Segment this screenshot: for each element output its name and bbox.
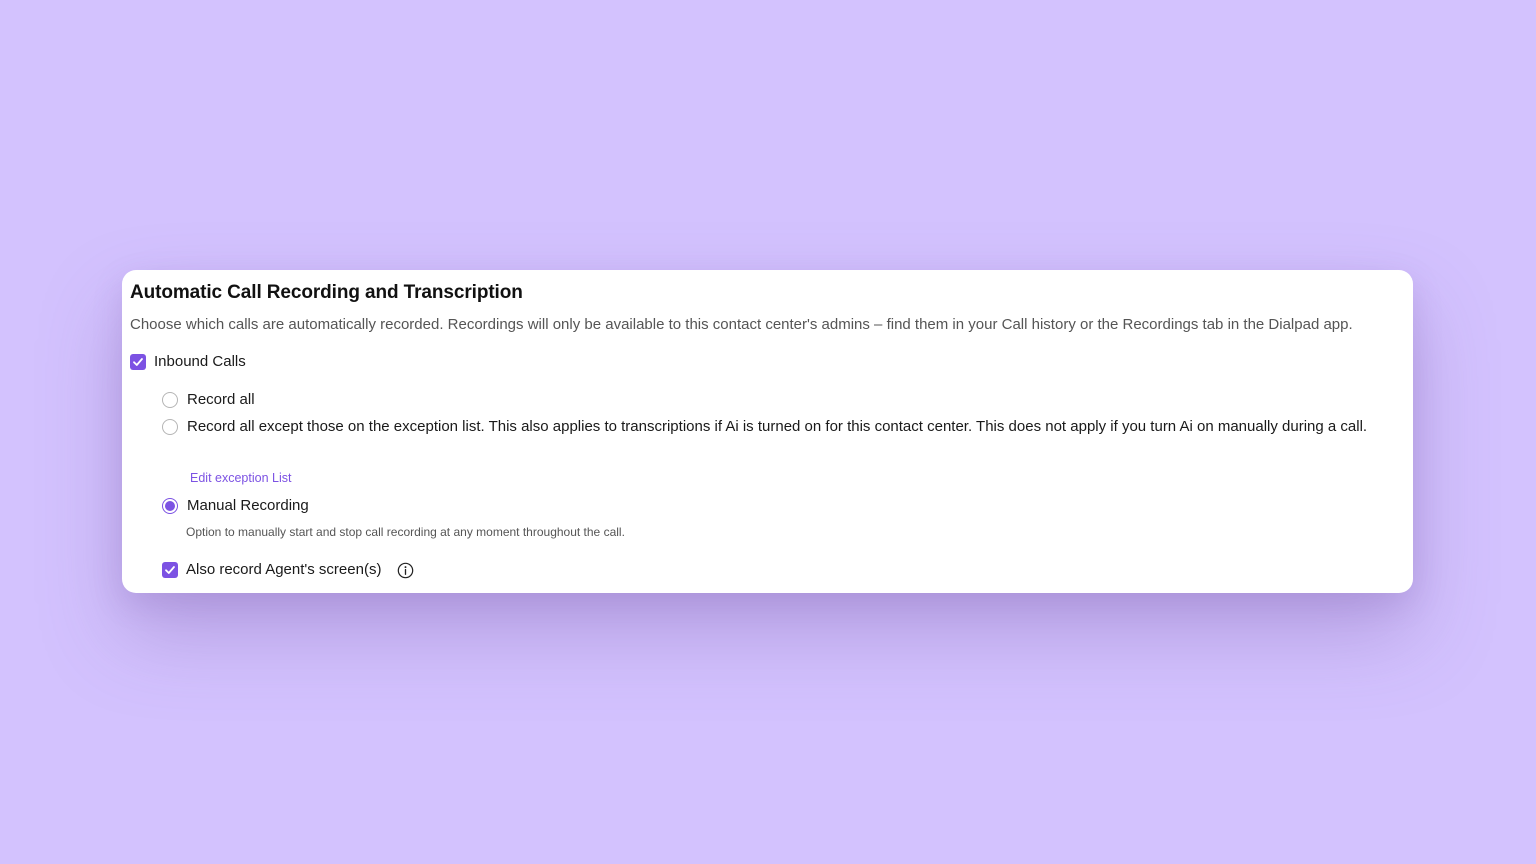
record-all-option[interactable]: Record all <box>162 388 255 412</box>
manual-recording-option[interactable]: Manual Recording <box>162 494 309 518</box>
agent-screen-checkbox[interactable] <box>162 562 178 578</box>
checkmark-icon <box>133 358 143 366</box>
section-description: Choose which calls are automatically rec… <box>130 316 1353 333</box>
agent-screen-label: Also record Agent's screen(s) <box>186 561 382 578</box>
manual-recording-label: Manual Recording <box>187 497 309 514</box>
record-all-label: Record all <box>187 391 255 408</box>
section-title: Automatic Call Recording and Transcripti… <box>130 282 523 303</box>
manual-recording-hint: Option to manually start and stop call r… <box>186 525 625 539</box>
info-icon[interactable] <box>397 562 414 579</box>
checkmark-icon <box>165 566 175 574</box>
inbound-calls-row[interactable]: Inbound Calls <box>130 350 246 374</box>
inbound-calls-checkbox[interactable] <box>130 354 146 370</box>
recording-settings-card: Automatic Call Recording and Transcripti… <box>122 270 1413 593</box>
record-all-radio[interactable] <box>162 392 178 408</box>
agent-screen-row[interactable]: Also record Agent's screen(s) <box>162 558 414 582</box>
radio-selected-dot <box>165 501 175 511</box>
inbound-calls-label: Inbound Calls <box>154 353 246 370</box>
edit-exception-list-link[interactable]: Edit exception List <box>190 471 291 485</box>
manual-recording-radio[interactable] <box>162 498 178 514</box>
record-except-option[interactable]: Record all except those on the exception… <box>162 415 1402 439</box>
record-except-label: Record all except those on the exception… <box>187 418 1368 435</box>
record-except-radio[interactable] <box>162 419 178 435</box>
